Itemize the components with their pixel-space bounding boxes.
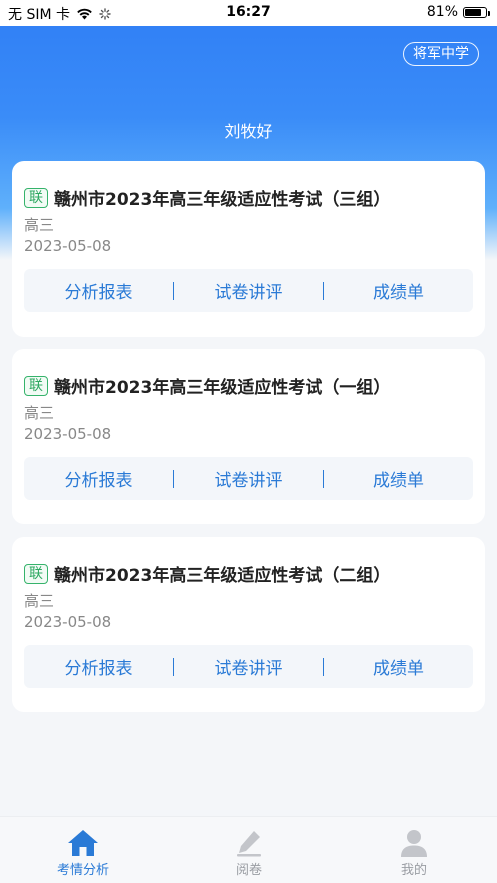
battery-percent: 81% — [426, 4, 458, 20]
paper-review-button[interactable]: 试卷讲评 — [174, 654, 323, 679]
exam-date: 2023-05-08 — [24, 425, 112, 443]
status-right: 81% — [426, 4, 490, 20]
battery-fill — [465, 8, 482, 16]
status-bar: 无 SIM 卡 16:27 81% — [0, 0, 497, 26]
exam-date: 2023-05-08 — [24, 613, 112, 631]
tab-exam-analysis[interactable]: 考情分析 — [23, 829, 143, 878]
person-icon — [401, 830, 427, 857]
status-time: 16:27 — [226, 4, 271, 20]
exam-date: 2023-05-08 — [24, 237, 112, 255]
pencil-icon — [237, 831, 261, 857]
exam-title: 赣州市2023年高三年级适应性考试（三组） — [54, 190, 391, 210]
exam-card[interactable]: 联 赣州市2023年高三年级适应性考试（三组） 高三 2023-05-08 分析… — [12, 161, 485, 337]
battery-icon — [463, 6, 490, 18]
score-sheet-button[interactable]: 成绩单 — [324, 654, 473, 679]
exam-title-row: 联 赣州市2023年高三年级适应性考试（一组） — [24, 373, 390, 398]
exam-card[interactable]: 联 赣州市2023年高三年级适应性考试（二组） 高三 2023-05-08 分析… — [12, 537, 485, 712]
paper-review-button[interactable]: 试卷讲评 — [174, 278, 323, 303]
joint-exam-tag: 联 — [24, 563, 48, 584]
exam-card[interactable]: 联 赣州市2023年高三年级适应性考试（一组） 高三 2023-05-08 分析… — [12, 349, 485, 524]
exam-actions: 分析报表 试卷讲评 成绩单 — [24, 269, 473, 312]
analysis-report-button[interactable]: 分析报表 — [24, 466, 173, 491]
analysis-report-button[interactable]: 分析报表 — [24, 654, 173, 679]
tab-marking[interactable]: 阅卷 — [189, 829, 309, 878]
exam-grade: 高三 — [24, 592, 55, 610]
exam-actions: 分析报表 试卷讲评 成绩单 — [24, 645, 473, 688]
bottom-tab-bar: 考情分析 阅卷 我的 — [0, 816, 497, 883]
exam-title: 赣州市2023年高三年级适应性考试（一组） — [54, 378, 391, 398]
exam-title: 赣州市2023年高三年级适应性考试（二组） — [54, 566, 391, 586]
exam-actions: 分析报表 试卷讲评 成绩单 — [24, 457, 473, 500]
exam-title-row: 联 赣州市2023年高三年级适应性考试（三组） — [24, 185, 390, 210]
paper-review-button[interactable]: 试卷讲评 — [174, 466, 323, 491]
score-sheet-button[interactable]: 成绩单 — [324, 466, 473, 491]
home-icon — [68, 830, 98, 856]
exam-grade: 高三 — [24, 404, 55, 422]
joint-exam-tag: 联 — [24, 375, 48, 396]
tab-label: 考情分析 — [56, 863, 109, 878]
tab-mine[interactable]: 我的 — [354, 829, 474, 878]
tab-label: 我的 — [400, 863, 427, 878]
analysis-report-button[interactable]: 分析报表 — [24, 278, 173, 303]
exam-grade: 高三 — [24, 216, 55, 234]
exam-title-row: 联 赣州市2023年高三年级适应性考试（二组） — [24, 561, 390, 586]
tab-label: 阅卷 — [235, 863, 262, 878]
school-switch-button[interactable]: 将军中学 — [403, 42, 479, 66]
greeting-text: 刘牧好 — [224, 122, 273, 141]
score-sheet-button[interactable]: 成绩单 — [324, 278, 473, 303]
joint-exam-tag: 联 — [24, 187, 48, 208]
